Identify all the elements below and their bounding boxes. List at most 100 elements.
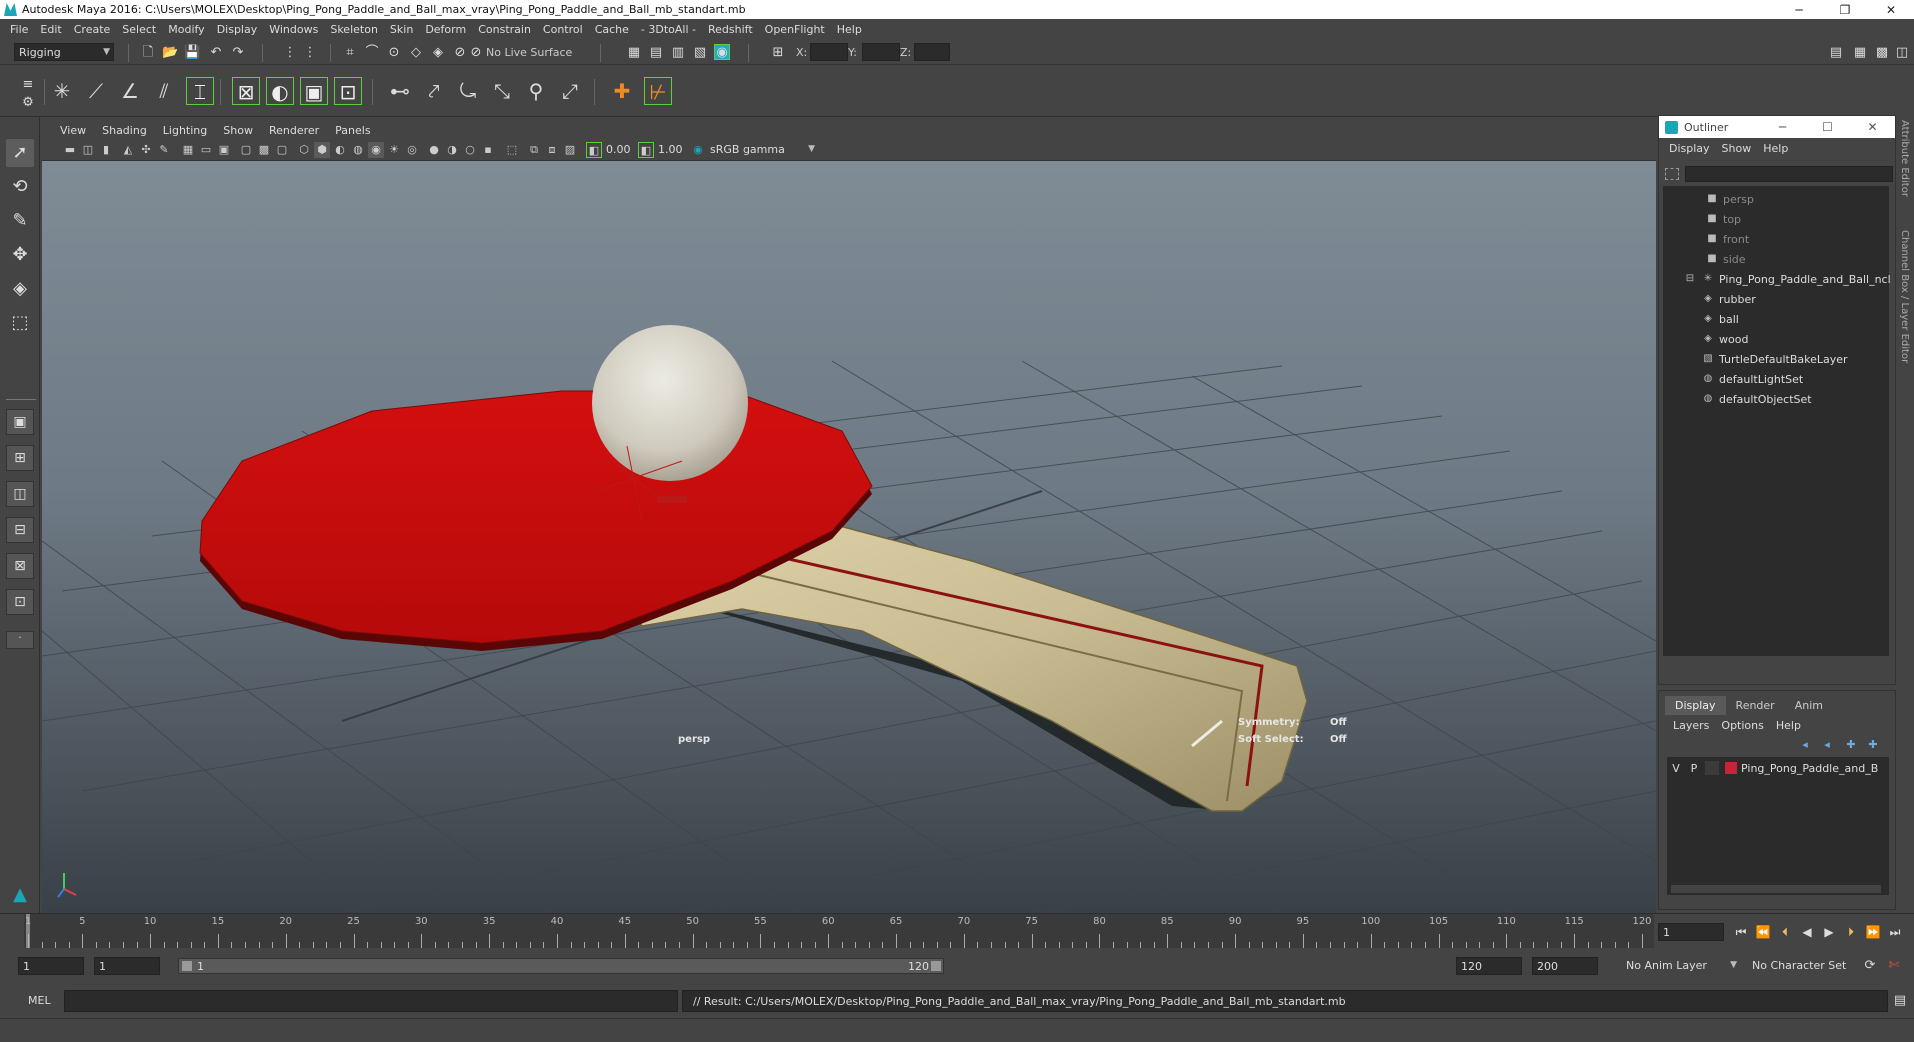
gate-mask-icon[interactable]: ▢: [238, 142, 254, 158]
insert-joint-icon[interactable]: ⟋: [82, 77, 110, 105]
render-current-icon[interactable]: ▤: [648, 45, 664, 61]
outliner-menu-help[interactable]: Help: [1757, 142, 1794, 155]
outliner-item-top[interactable]: ■ top: [1705, 210, 1741, 228]
joint-orient-icon[interactable]: ⌶: [186, 77, 214, 105]
layer-display-type[interactable]: [1705, 761, 1719, 775]
outliner-close-button[interactable]: ✕: [1850, 120, 1895, 134]
animation-end-field[interactable]: 200: [1532, 957, 1598, 975]
viewport-menu-lighting[interactable]: Lighting: [155, 124, 215, 137]
menu-display[interactable]: Display: [211, 23, 264, 36]
undo-icon[interactable]: ↶: [208, 45, 224, 61]
go-to-start-icon[interactable]: ⏮: [1732, 924, 1750, 940]
layer-menu-options[interactable]: Options: [1715, 719, 1769, 732]
menuset-dropdown[interactable]: Rigging ▼: [14, 43, 114, 61]
paint-select-tool-icon[interactable]: ✎: [6, 207, 34, 235]
animation-start-field[interactable]: 1: [18, 957, 84, 975]
time-ruler[interactable]: 1510152025303540455055606570758085909510…: [24, 914, 1654, 948]
menu-3dtoall[interactable]: - 3DtoAll -: [635, 23, 702, 36]
new-layer-icon[interactable]: ✚: [1843, 737, 1859, 753]
tab-display[interactable]: Display: [1665, 696, 1726, 715]
script-language-toggle[interactable]: MEL: [28, 994, 51, 1007]
bind-skin-icon[interactable]: ⊠: [232, 77, 260, 105]
auto-key-icon[interactable]: ⟳: [1862, 958, 1878, 974]
wireframe-icon[interactable]: ⬡: [296, 142, 312, 158]
image-plane-icon[interactable]: ◭: [120, 142, 136, 158]
snap-surface-icon[interactable]: ◈: [430, 45, 446, 61]
menu-cache[interactable]: Cache: [589, 23, 635, 36]
save-scene-icon[interactable]: 💾: [184, 45, 200, 61]
select-tool-icon[interactable]: ➚: [6, 139, 34, 167]
viewport-menu-shading[interactable]: Shading: [94, 124, 155, 137]
snap-live-icon[interactable]: ⊘: [452, 45, 468, 61]
move-layer-up-icon[interactable]: ◂: [1797, 737, 1813, 753]
layer-name[interactable]: Ping_Pong_Paddle_and_B: [1741, 762, 1878, 775]
layer-row[interactable]: V P Ping_Pong_Paddle_and_B: [1667, 759, 1889, 777]
anti-aliasing-icon[interactable]: ◑: [444, 142, 460, 158]
field-chart-icon[interactable]: ▩: [256, 142, 272, 158]
exposure-toggle-icon[interactable]: ◧: [586, 142, 602, 158]
viewport-menu-renderer[interactable]: Renderer: [261, 124, 327, 137]
play-forwards-icon[interactable]: ▶: [1820, 924, 1838, 940]
layer-menu-layers[interactable]: Layers: [1667, 719, 1715, 732]
make-live-icon[interactable]: ⊘: [468, 45, 484, 61]
ik-handle-icon[interactable]: ∠: [116, 77, 144, 105]
ik-spline-icon[interactable]: ⫽: [150, 77, 178, 105]
safe-action-icon[interactable]: ▢: [274, 142, 290, 158]
go-to-end-icon[interactable]: ⏭: [1886, 924, 1904, 940]
camera-attributes-icon[interactable]: ◫: [80, 142, 96, 158]
menu-skin[interactable]: Skin: [384, 23, 419, 36]
grid-icon[interactable]: ▦: [180, 142, 196, 158]
outliner-search-input[interactable]: [1685, 166, 1893, 182]
play-backwards-icon[interactable]: ◀: [1798, 924, 1816, 940]
redo-icon[interactable]: ↷: [230, 45, 246, 61]
menu-control[interactable]: Control: [537, 23, 589, 36]
script-editor-icon[interactable]: ▤: [1892, 993, 1908, 1009]
shadows-icon[interactable]: ☀: [386, 142, 402, 158]
scale-constraint-icon[interactable]: ⤡: [488, 77, 516, 105]
aim-constraint-icon[interactable]: ⤤: [420, 77, 448, 105]
snap-view-icon[interactable]: ◇: [408, 45, 424, 61]
menu-openflight[interactable]: OpenFlight: [759, 23, 831, 36]
close-button[interactable]: ✕: [1868, 0, 1914, 19]
depth-of-field-icon[interactable]: ○: [462, 142, 478, 158]
paint-weights-icon[interactable]: ⊬: [644, 77, 672, 105]
menu-windows[interactable]: Windows: [263, 23, 324, 36]
orient-constraint-icon[interactable]: ⤿: [454, 77, 482, 105]
lasso-tool-icon[interactable]: ⟲: [6, 173, 34, 201]
current-time-indicator[interactable]: [26, 914, 30, 948]
outliner-item-group[interactable]: ⊟ ✳ Ping_Pong_Paddle_and_Ball_ncl: [1683, 270, 1891, 288]
layout-menu-icon[interactable]: ·: [6, 631, 34, 649]
gamma-toggle-icon[interactable]: ◧: [638, 142, 654, 158]
color-management-icon[interactable]: ◉: [690, 142, 706, 158]
hypershade-layout-icon[interactable]: ⊠: [6, 553, 34, 579]
x-field[interactable]: [810, 43, 848, 61]
use-all-lights-icon[interactable]: ◉: [368, 142, 384, 158]
modeling-toolkit-icon[interactable]: ▤: [1828, 45, 1844, 61]
outliner-item-rubber[interactable]: ◈ rubber: [1701, 290, 1756, 308]
select-camera-icon[interactable]: ▬: [62, 142, 78, 158]
snap-point-icon[interactable]: ⊙: [386, 45, 402, 61]
range-start-handle[interactable]: [182, 961, 192, 971]
viewport-menu-view[interactable]: View: [52, 124, 94, 137]
resolution-gate-icon[interactable]: ▣: [216, 142, 232, 158]
persp-graph-layout-icon[interactable]: ⊟: [6, 517, 34, 543]
outliner-maximize-button[interactable]: ☐: [1805, 120, 1850, 134]
tab-render[interactable]: Render: [1726, 696, 1785, 715]
anim-layer-dropdown[interactable]: No Anim Layer ▼: [1622, 957, 1740, 975]
lattice-icon[interactable]: ▣: [300, 77, 328, 105]
new-layer-selected-icon[interactable]: ✚: [1865, 737, 1881, 753]
ipr-render-icon[interactable]: ▥: [670, 45, 686, 61]
tab-channel-box[interactable]: Channel Box / Layer Editor: [1899, 230, 1910, 363]
select-object-icon[interactable]: ⋮: [302, 45, 318, 61]
minimize-button[interactable]: ─: [1776, 0, 1822, 19]
animation-preferences-icon[interactable]: ✄: [1886, 958, 1902, 974]
viewport-menu-show[interactable]: Show: [215, 124, 261, 137]
outliner-item-default-light-set[interactable]: ◍ defaultLightSet: [1701, 370, 1804, 388]
range-bar[interactable]: 1 120: [178, 958, 944, 974]
four-view-layout-icon[interactable]: ⊞: [6, 445, 34, 471]
single-perspective-layout-icon[interactable]: ▣: [6, 409, 34, 435]
snap-curve-icon[interactable]: ⌒: [364, 45, 380, 61]
outliner-menu-display[interactable]: Display: [1663, 142, 1716, 155]
hypershade-icon[interactable]: ◉: [714, 44, 730, 60]
screen-space-ao-icon[interactable]: ◎: [404, 142, 420, 158]
